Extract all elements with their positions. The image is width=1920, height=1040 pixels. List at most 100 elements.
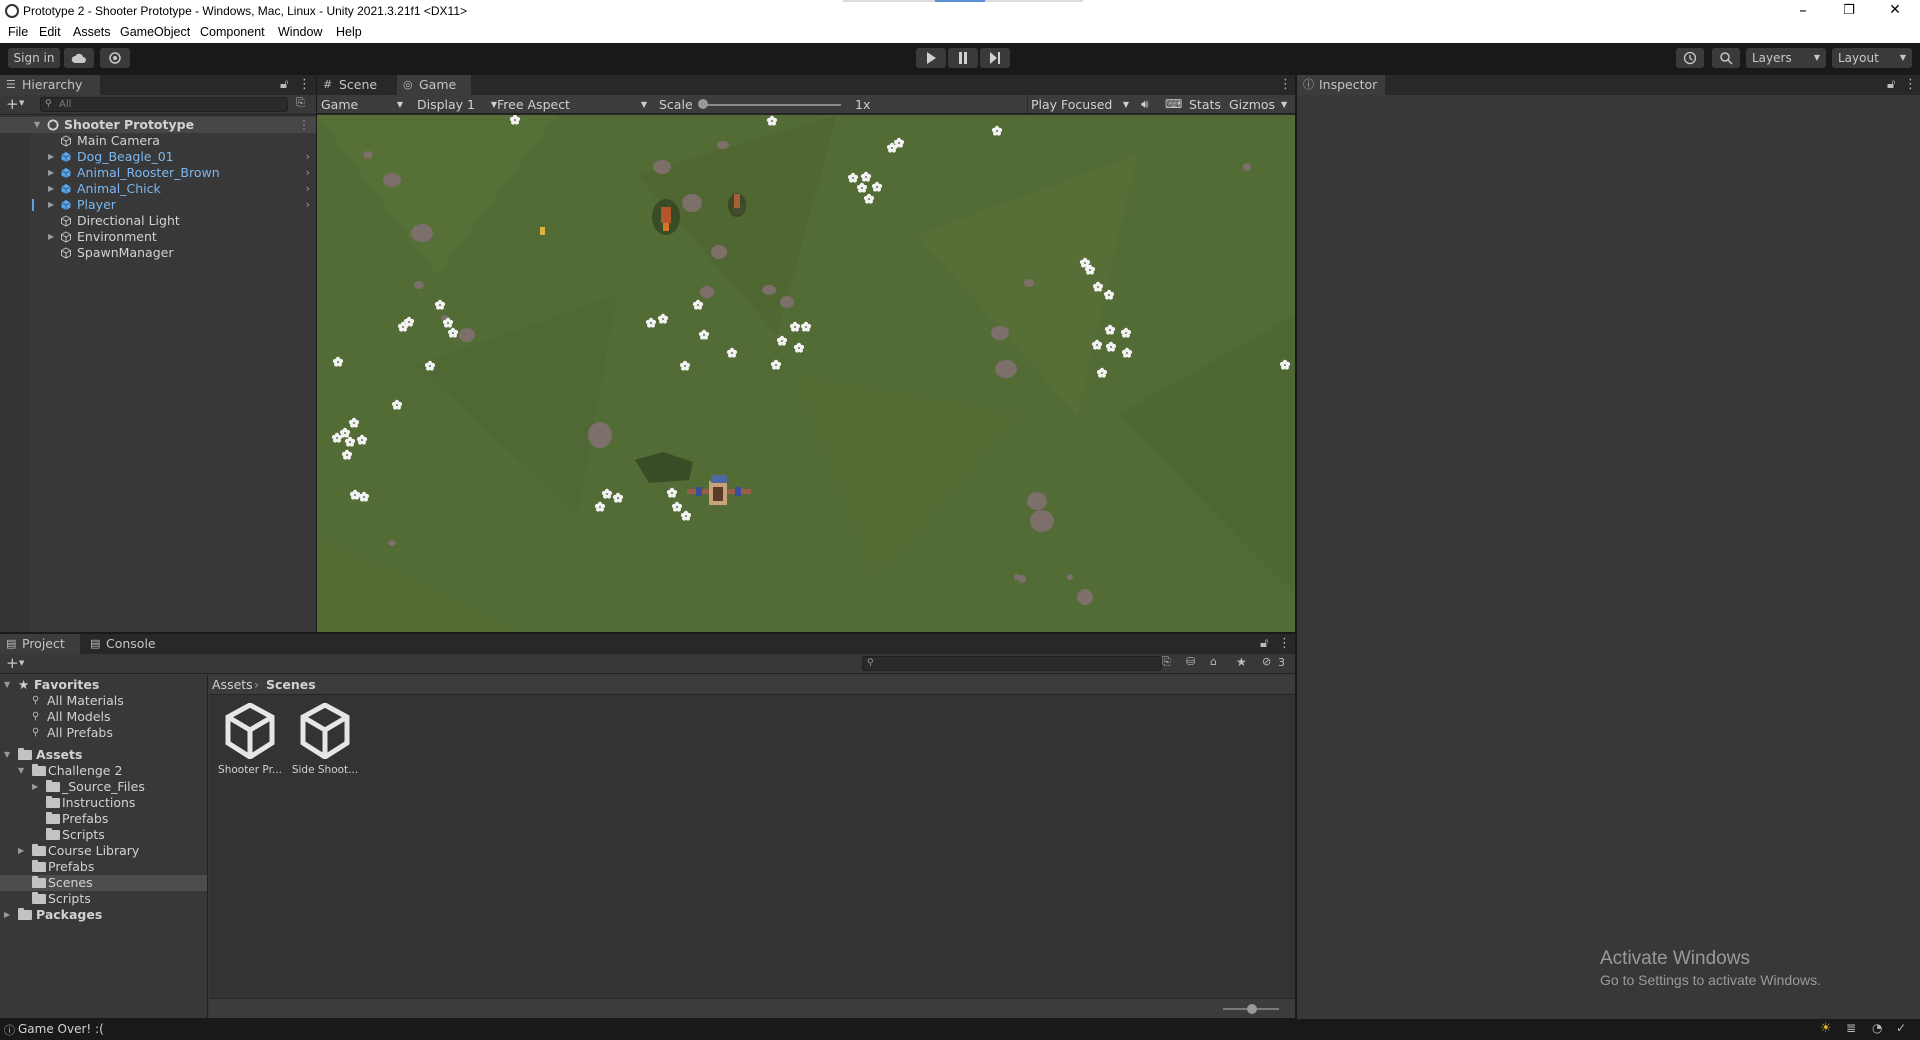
filter-by-type-icon[interactable]: ⛁ [1186, 655, 1195, 668]
sign-in-button[interactable]: Sign in [8, 48, 60, 68]
tab-scene[interactable]: # Scene [317, 75, 395, 95]
collab-button[interactable] [100, 48, 130, 68]
display-dropdown[interactable]: Display 1 ▼ [417, 95, 497, 114]
cloud-button[interactable] [64, 48, 94, 68]
hierarchy-item[interactable]: Main Camera [0, 133, 316, 149]
search-by-type-icon[interactable]: ⎘ [1162, 655, 1171, 669]
menu-edit[interactable]: Edit [39, 25, 61, 39]
play-button[interactable] [916, 48, 946, 68]
folder-row[interactable]: ▶ Course Library [0, 843, 207, 859]
more-icon[interactable]: ⋮ [1278, 636, 1291, 652]
minimize-button[interactable]: – [1780, 0, 1826, 23]
close-button[interactable]: ✕ [1872, 0, 1918, 23]
layout-dropdown[interactable]: Layout ▼ [1832, 48, 1912, 68]
favorites-item[interactable]: ⚲ All Prefabs [0, 725, 207, 741]
menu-help[interactable]: Help [336, 25, 362, 39]
label-icon[interactable]: ⌂ [1210, 655, 1217, 668]
cache-server-icon[interactable]: ≣ [1846, 1021, 1856, 1035]
search-button[interactable] [1712, 48, 1740, 68]
stats-button[interactable]: Stats [1189, 95, 1221, 114]
expand-arrow-icon[interactable]: ▶ [32, 779, 38, 795]
gizmos-button[interactable]: Gizmos [1229, 95, 1275, 114]
debug-icon[interactable]: ☀ [1820, 1021, 1832, 1036]
hierarchy-item[interactable]: Directional Light [0, 213, 316, 229]
add-icon[interactable]: + [6, 654, 19, 672]
icon-size-slider-handle[interactable] [1247, 1004, 1257, 1014]
more-icon[interactable]: ⋮ [298, 117, 310, 133]
scene-row[interactable]: ▼ Shooter Prototype ⋮ [0, 117, 316, 133]
chevron-down-icon[interactable]: ▼ [1281, 95, 1287, 114]
expand-arrow-icon[interactable]: ▼ [18, 763, 24, 779]
chevron-right-icon[interactable]: › [306, 165, 310, 181]
scene-asset[interactable]: Side Shoot... [289, 702, 361, 776]
lock-icon[interactable]: 🔓︎ [1887, 77, 1895, 93]
scene-visibility-icon[interactable]: ⎘ [296, 96, 305, 110]
folder-row[interactable]: ▼ Challenge 2 [0, 763, 207, 779]
assets-row[interactable]: ▼ Assets [0, 747, 207, 763]
menu-component[interactable]: Component [200, 25, 265, 39]
favorites-row[interactable]: ▼ ★ Favorites [0, 677, 207, 693]
chevron-right-icon[interactable]: › [306, 181, 310, 197]
folder-row[interactable]: Instructions [0, 795, 207, 811]
restore-button[interactable]: ❐ [1826, 0, 1872, 23]
tab-game[interactable]: ◎ Game [397, 75, 471, 95]
expand-arrow-icon[interactable]: ▶ [48, 229, 54, 245]
menu-assets[interactable]: Assets [73, 25, 111, 39]
pause-button[interactable] [948, 48, 978, 68]
folder-row-selected[interactable]: Scenes [0, 875, 207, 891]
add-icon[interactable]: + [6, 95, 19, 113]
folder-row[interactable]: Prefabs [0, 859, 207, 875]
lock-icon[interactable]: 🔓︎ [1260, 636, 1268, 652]
tab-project[interactable]: ▤ Project [0, 634, 80, 654]
scale-slider-handle[interactable] [698, 99, 708, 109]
folder-row[interactable]: Scripts [0, 827, 207, 843]
hidden-packages-icon[interactable]: ⊘ [1262, 655, 1271, 668]
tab-console[interactable]: ▤ Console [84, 634, 164, 654]
expand-arrow-icon[interactable]: ▶ [48, 181, 54, 197]
expand-arrow-icon[interactable]: ▶ [48, 197, 54, 213]
scale-slider-track[interactable] [701, 104, 841, 106]
more-icon[interactable]: ⋮ [1904, 77, 1917, 93]
star-icon[interactable]: ★ [1236, 655, 1247, 669]
hierarchy-item[interactable]: ▶ Animal_Chick › [0, 181, 316, 197]
progress-icon[interactable]: ◔ [1872, 1021, 1882, 1035]
expand-arrow-icon[interactable]: ▶ [48, 165, 54, 181]
tab-inspector[interactable]: ⓘ Inspector [1297, 75, 1385, 95]
breadcrumb-assets[interactable]: Assets [212, 675, 253, 695]
game-mode-dropdown[interactable]: Game ▼ [321, 95, 407, 114]
tab-hierarchy[interactable]: ☰ Hierarchy [0, 75, 100, 95]
favorites-item[interactable]: ⚲ All Models [0, 709, 207, 725]
folder-row[interactable]: Prefabs [0, 811, 207, 827]
hierarchy-item[interactable]: ▶ Environment [0, 229, 316, 245]
expand-arrow-icon[interactable]: ▶ [4, 907, 10, 923]
folder-row[interactable]: Scripts [0, 891, 207, 907]
check-icon[interactable]: ✓ [1896, 1021, 1906, 1035]
game-viewport[interactable] [317, 115, 1295, 632]
hierarchy-item[interactable]: SpawnManager [0, 245, 316, 261]
mute-audio-icon[interactable]: 🔊︎ [1141, 95, 1149, 114]
expand-arrow-icon[interactable]: ▼ [4, 677, 10, 693]
menu-window[interactable]: Window [278, 25, 322, 39]
lock-icon[interactable]: 🔓︎ [280, 77, 288, 93]
menu-gameobject[interactable]: GameObject [120, 25, 190, 39]
status-message[interactable]: Game Over! :( [18, 1022, 104, 1036]
packages-row[interactable]: ▶ Packages [0, 907, 207, 923]
more-icon[interactable]: ⋮ [1279, 77, 1292, 93]
layers-dropdown[interactable]: Layers ▼ [1746, 48, 1826, 68]
expand-arrow-icon[interactable]: ▼ [4, 747, 10, 763]
expand-arrow-icon[interactable]: ▶ [18, 843, 24, 859]
breadcrumb-scenes[interactable]: Scenes [266, 675, 316, 695]
history-button[interactable] [1676, 48, 1704, 68]
step-button[interactable] [980, 48, 1010, 68]
chevron-down-icon[interactable]: ▼ [19, 99, 24, 107]
shortcuts-icon[interactable]: ⌨︎ [1165, 95, 1182, 114]
more-icon[interactable]: ⋮ [298, 77, 311, 93]
chevron-right-icon[interactable]: › [306, 197, 310, 213]
scene-asset[interactable]: Shooter Pr... [214, 702, 286, 776]
folder-row[interactable]: ▶ _Source_Files [0, 779, 207, 795]
play-mode-dropdown[interactable]: Play Focused ▼ [1029, 95, 1133, 114]
hierarchy-item[interactable]: ▶ Dog_Beagle_01 › [0, 149, 316, 165]
hierarchy-search-input[interactable]: ⚲ All [40, 97, 288, 112]
chevron-right-icon[interactable]: › [306, 149, 310, 165]
hierarchy-item[interactable]: ▶ Animal_Rooster_Brown › [0, 165, 316, 181]
